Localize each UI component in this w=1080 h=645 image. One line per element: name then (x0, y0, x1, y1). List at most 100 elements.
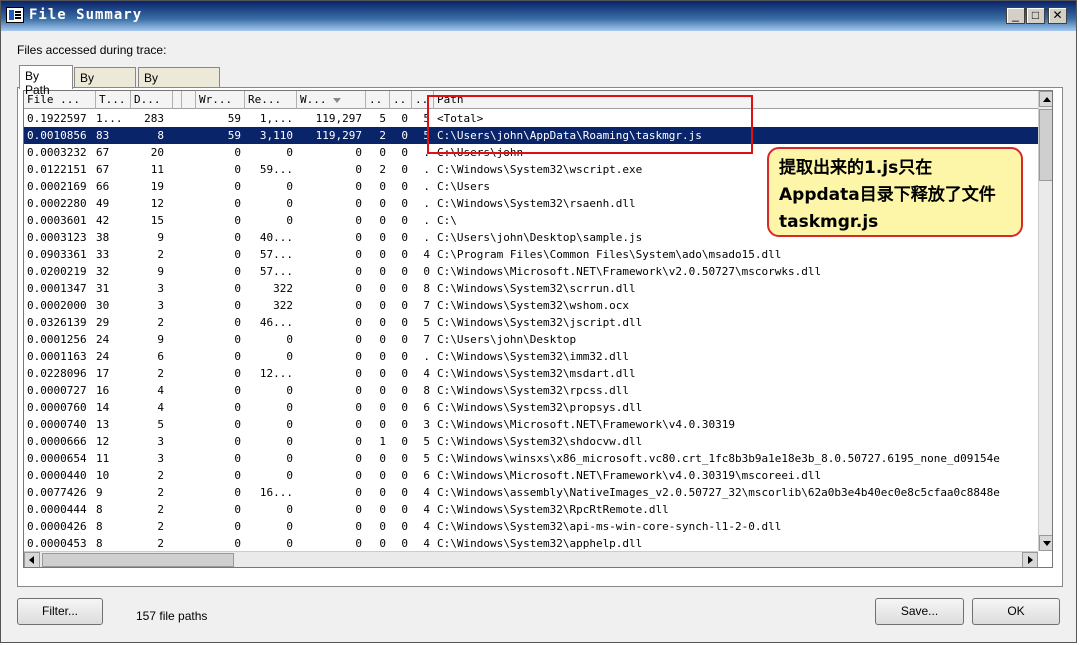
table-row[interactable]: 0.0001163 24 6 0 0 0 0 0. C:\Windows\System32\im… (24, 348, 1038, 365)
table-cell: 0 (234, 316, 241, 329)
table-cell: 12... (259, 367, 293, 380)
scroll-down-icon[interactable] (1039, 535, 1052, 551)
vertical-scroll-thumb[interactable] (1039, 109, 1052, 181)
table-cell: 119,297 (315, 129, 362, 142)
table-cell: 67 (96, 146, 110, 159)
column-header-w[interactable]: W... (297, 91, 366, 109)
table-row[interactable]: 0.0001256 24 9 0 0 0 0 0 7 C:\Users\john\Desktop (24, 331, 1038, 348)
table-cell: C:\Windows\winsxs\x86_microsoft.vc80.crt… (437, 452, 1000, 465)
scroll-left-icon[interactable] (24, 552, 40, 567)
table-row[interactable]: 0.0000666 12 3 0 0 0 1 0 5 C:\Windows\System32\sh… (24, 433, 1038, 450)
table-cell: 0 (355, 333, 362, 346)
table-row[interactable]: 0.1922597 1... 283 59 1,... 119,297 5 0 5 <Total> (24, 110, 1038, 127)
table-row[interactable]: 0.0000444 8 2 0 0 0 0 0 4 C:\Windows\System32\Rpc… (24, 501, 1038, 518)
table-row[interactable]: 0.0228096 17 2 0 12... 0 0 0 4 C:\Windows\System3… (24, 365, 1038, 382)
table-row[interactable]: 0.0010856 83 8 59 3,110 119,297 2 0 5 C:\Users\jo… (24, 127, 1038, 144)
table-row[interactable]: 0.0000654 11 3 0 0 0 0 0 5 C:\Windows\winsxs\x86_… (24, 450, 1038, 467)
table-cell: 0 (234, 248, 241, 261)
filter-button[interactable]: Filter... (17, 598, 103, 625)
table-cell: 49 (96, 197, 110, 210)
scroll-up-icon[interactable] (1039, 91, 1052, 107)
table-cell: 8 (423, 282, 430, 295)
column-header-d[interactable]: D... (131, 91, 173, 109)
table-cell: 322 (273, 299, 293, 312)
table-cell: 0.0000654 (27, 452, 87, 465)
table-cell: 0 (355, 435, 362, 448)
table-cell: 0 (234, 435, 241, 448)
table-cell: . (423, 146, 430, 159)
table-cell: 0 (355, 401, 362, 414)
table-row[interactable]: 0.0000440 10 2 0 0 0 0 0 6 C:\Windows\Microsoft.N… (24, 467, 1038, 484)
column-header-empty-2[interactable] (182, 91, 196, 109)
table-row[interactable]: 0.0000453 8 2 0 0 0 0 0 4 C:\Windows\System32\app… (24, 535, 1038, 550)
table-cell: 11 (150, 163, 164, 176)
table-cell: 0 (401, 537, 408, 550)
table-cell: C:\Windows\assembly\NativeImages_v2.0.50… (437, 486, 1000, 499)
title-bar[interactable]: File Summary _ □ ✕ (1, 1, 1076, 31)
table-cell: 12 (150, 197, 164, 210)
table-cell: 0 (355, 350, 362, 363)
table-cell: 0 (401, 316, 408, 329)
column-header-empty-1[interactable] (173, 91, 182, 109)
table-row[interactable]: 0.0077426 9 2 0 16... 0 0 0 4 C:\Windows\assembly… (24, 484, 1038, 501)
table-cell: 17 (96, 367, 110, 380)
table-cell: 0 (401, 265, 408, 278)
table-cell: 0 (234, 452, 241, 465)
column-header-wr[interactable]: Wr... (196, 91, 245, 109)
column-header-re[interactable]: Re... (245, 91, 297, 109)
ok-button[interactable]: OK (972, 598, 1060, 625)
table-cell: 7 (423, 333, 430, 346)
table-row[interactable]: 0.0326139 29 2 0 46... 0 0 0 5 C:\Windows\System3… (24, 314, 1038, 331)
table-row[interactable]: 0.0002000 30 3 0 322 0 0 0 7 C:\Windows\System32\… (24, 297, 1038, 314)
tab-by-path[interactable]: By Path (19, 65, 73, 97)
horizontal-scrollbar[interactable] (24, 551, 1038, 567)
table-row[interactable]: 0.0903361 33 2 0 57... 0 0 0 4 C:\Program Files\C… (24, 246, 1038, 263)
app-icon (6, 7, 24, 23)
table-cell: 119,297 (315, 112, 362, 125)
table-cell: 0 (286, 435, 293, 448)
table-cell: 0 (355, 146, 362, 159)
table-row[interactable]: 0.0000727 16 4 0 0 0 0 0 8 C:\Windows\System32\rp… (24, 382, 1038, 399)
maximize-icon[interactable]: □ (1026, 7, 1045, 24)
close-icon[interactable]: ✕ (1048, 7, 1067, 24)
table-cell: 0 (379, 299, 386, 312)
column-header-t[interactable]: T... (96, 91, 131, 109)
table-cell: C:\Windows\System32\propsys.dll (437, 401, 643, 414)
table-cell: 8 (96, 537, 103, 550)
tab-by-folder[interactable]: By Folder (74, 67, 136, 99)
table-cell: 0 (379, 486, 386, 499)
table-cell: 0 (379, 180, 386, 193)
horizontal-scroll-thumb[interactable] (42, 553, 234, 567)
table-row[interactable]: 0.0000740 13 5 0 0 0 0 0 3 C:\Windows\Microsoft.N… (24, 416, 1038, 433)
table-cell: 5 (423, 316, 430, 329)
minimize-icon[interactable]: _ (1006, 7, 1025, 24)
table-row[interactable]: 0.0000426 8 2 0 0 0 0 0 4 C:\Windows\System32\api… (24, 518, 1038, 535)
table-cell: 0 (234, 333, 241, 346)
table-cell: 0 (401, 180, 408, 193)
table-cell: 0.1922597 (27, 112, 87, 125)
table-row[interactable]: 0.0000760 14 4 0 0 0 0 0 6 C:\Windows\System32\pr… (24, 399, 1038, 416)
scroll-right-icon[interactable] (1022, 552, 1038, 567)
table-cell: 0 (355, 452, 362, 465)
table-row[interactable]: 0.0001347 31 3 0 322 0 0 0 8 C:\Windows\System32\… (24, 280, 1038, 297)
vertical-scrollbar[interactable] (1038, 91, 1052, 551)
column-header-b[interactable]: .. (390, 91, 412, 109)
table-cell: 0 (379, 231, 386, 244)
tab-by-extension[interactable]: By Extension (138, 67, 220, 99)
table-cell: 0 (379, 282, 386, 295)
table-cell: <Total> (437, 112, 484, 125)
column-header-a[interactable]: .. (366, 91, 390, 109)
table-cell: 0.0326139 (27, 316, 87, 329)
column-header-c[interactable]: .. (412, 91, 434, 109)
save-button[interactable]: Save... (875, 598, 964, 625)
table-cell: 0 (423, 265, 430, 278)
table-cell: 0 (401, 231, 408, 244)
table-row[interactable]: 0.0200219 32 9 0 57... 0 0 0 0 C:\Windows\Microso… (24, 263, 1038, 280)
table-cell: 0 (286, 452, 293, 465)
table-cell: . (423, 214, 430, 227)
table-cell: 0 (355, 537, 362, 550)
column-header-path[interactable]: Path (434, 91, 1038, 109)
table-cell: 0.0002000 (27, 299, 87, 312)
table-cell: 1,... (259, 112, 293, 125)
table-cell: 0 (401, 299, 408, 312)
